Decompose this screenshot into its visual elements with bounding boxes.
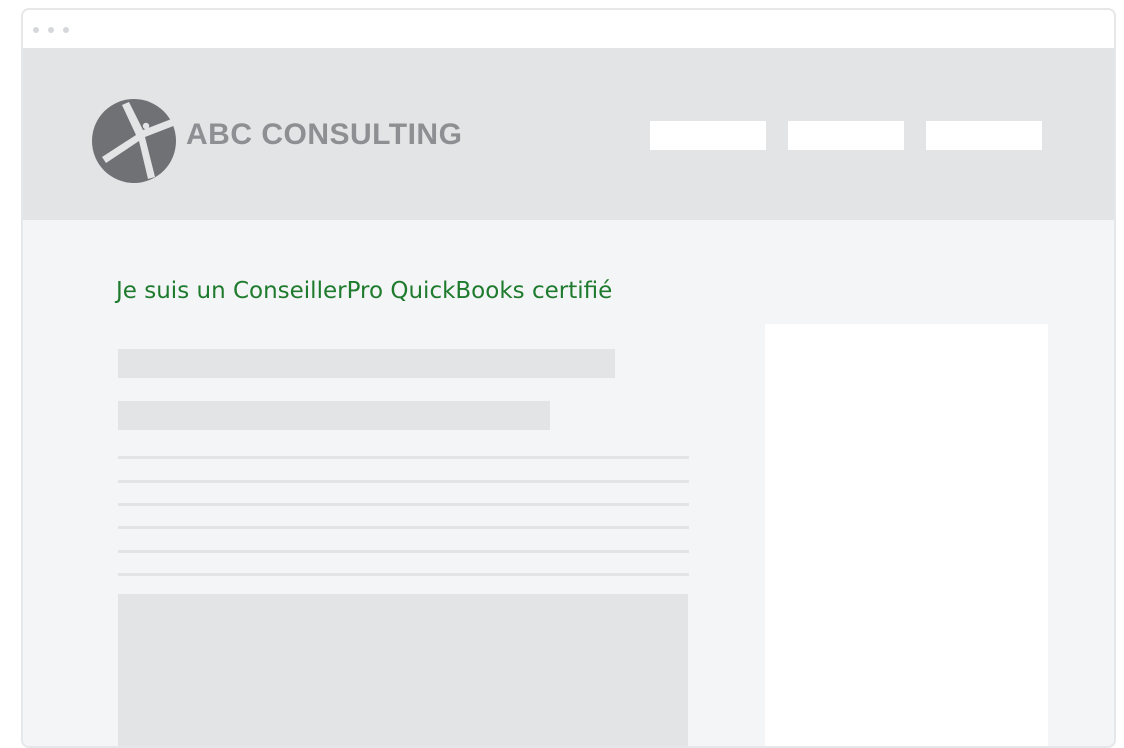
abc-consulting-logo-icon xyxy=(92,99,176,183)
nav-item-2[interactable] xyxy=(788,121,904,150)
text-placeholder-bar xyxy=(118,349,615,378)
window-dot-icon xyxy=(63,27,69,33)
window-dot-icon xyxy=(33,27,39,33)
text-placeholder-line xyxy=(118,573,689,576)
text-placeholder-line xyxy=(118,456,689,459)
company-name: ABC CONSULTING xyxy=(186,118,463,151)
image-placeholder-block xyxy=(118,594,688,746)
page-headline: Je suis un ConseillerPro QuickBooks cert… xyxy=(116,278,613,304)
window-dot-icon xyxy=(48,27,54,33)
site-header: ABC CONSULTING xyxy=(23,48,1114,220)
browser-window: ABC CONSULTING Je suis un ConseillerPro … xyxy=(21,8,1116,748)
text-placeholder-bar xyxy=(118,401,550,430)
text-placeholder-line xyxy=(118,503,689,506)
nav-item-1[interactable] xyxy=(650,121,766,150)
text-placeholder-line xyxy=(118,526,689,529)
browser-titlebar xyxy=(23,10,1114,48)
nav-item-3[interactable] xyxy=(926,121,1042,150)
text-placeholder-line xyxy=(118,480,689,483)
text-placeholder-line xyxy=(118,550,689,553)
sidebar-panel xyxy=(765,324,1048,746)
